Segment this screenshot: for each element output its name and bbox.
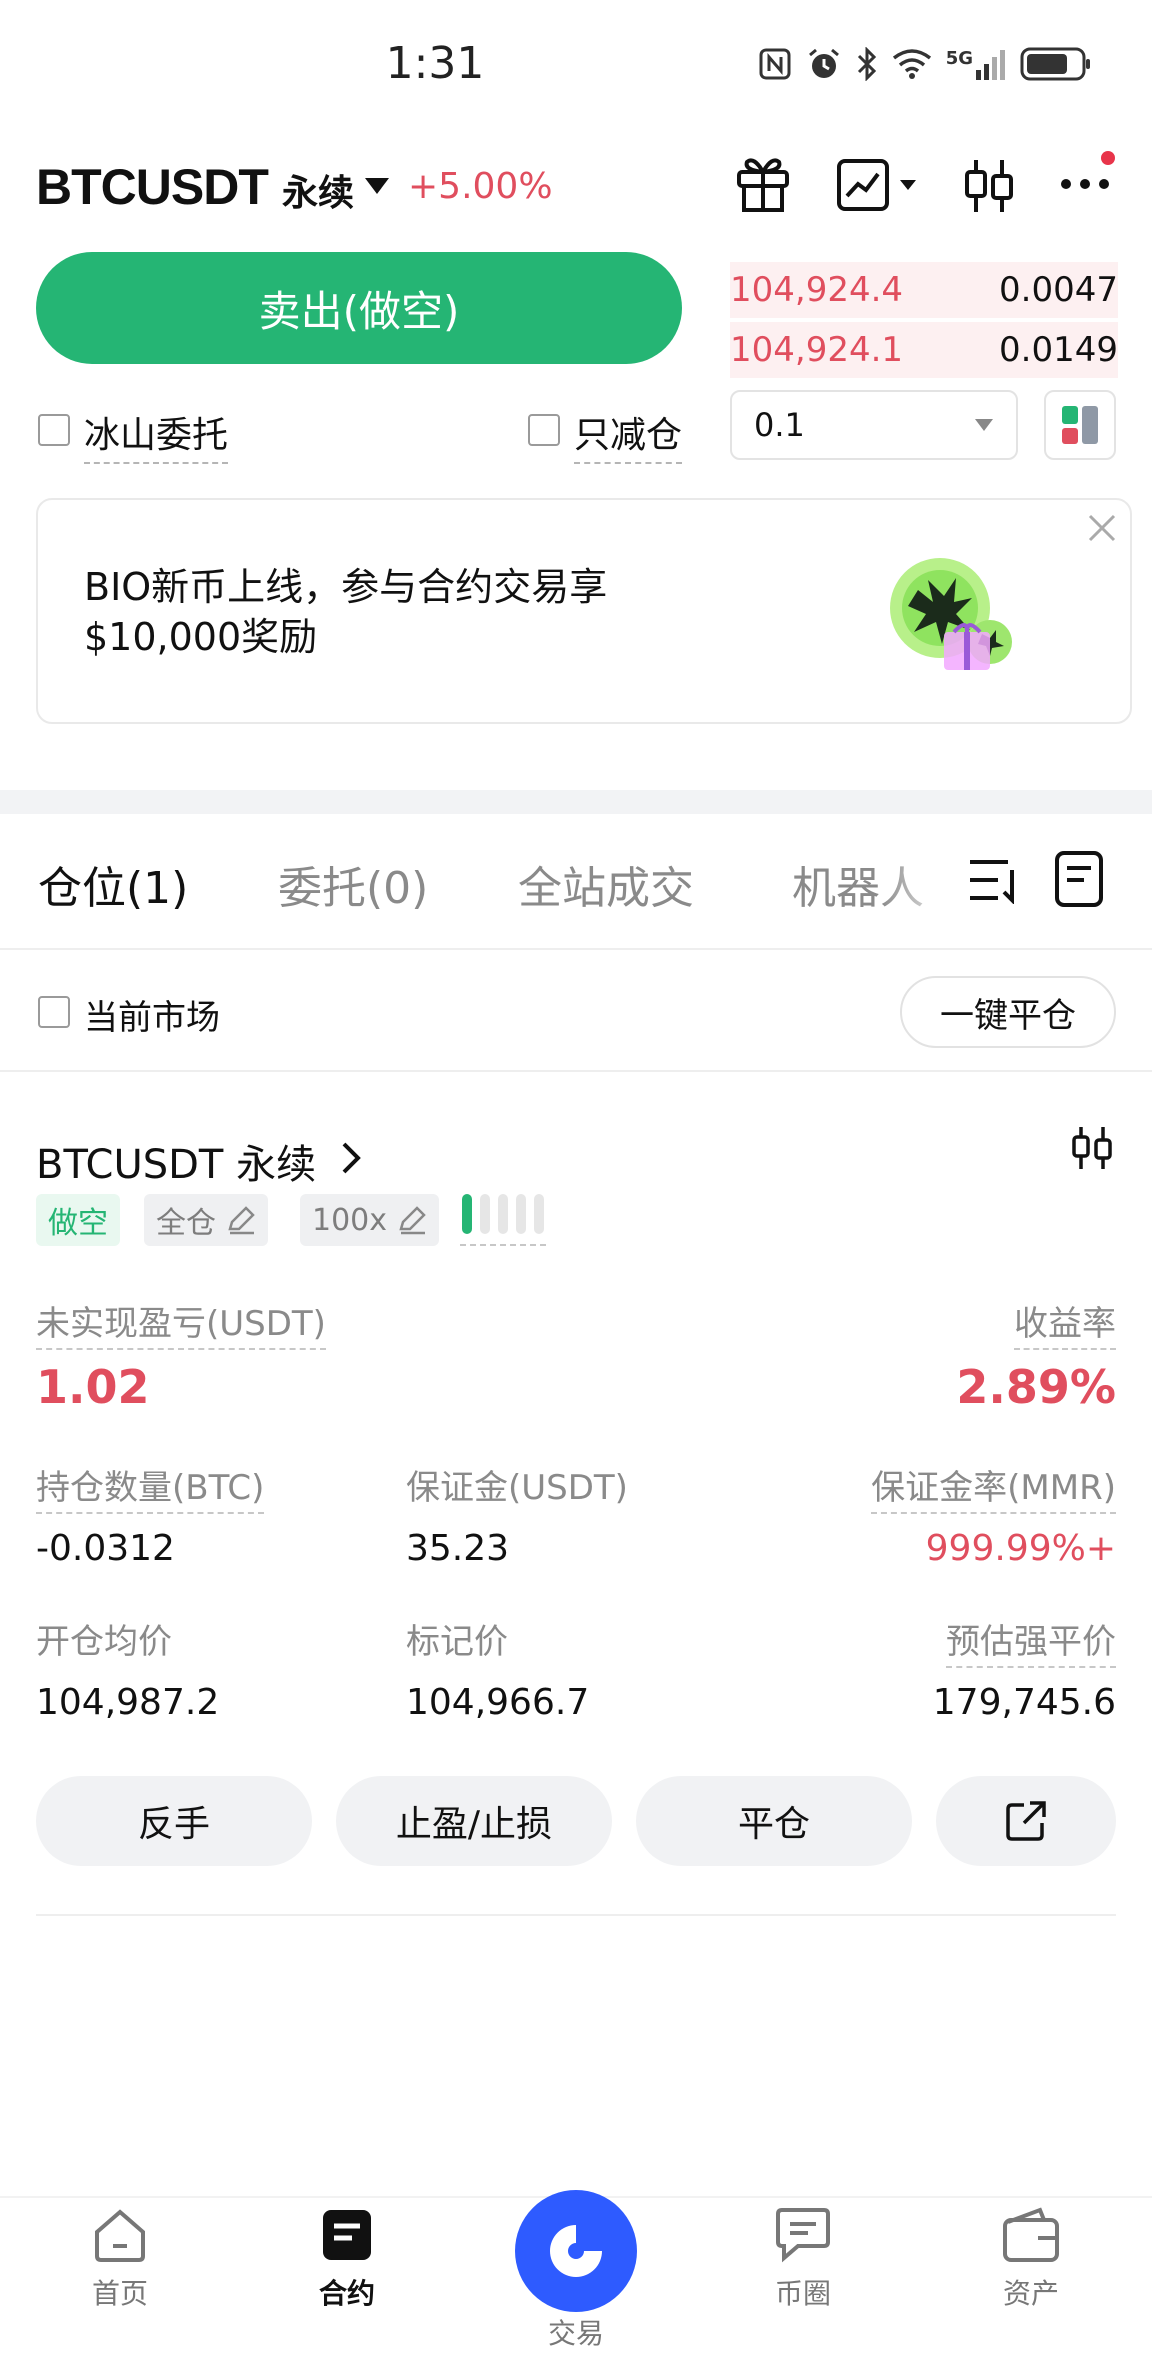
- home-icon: [91, 2206, 149, 2264]
- more-icon[interactable]: [1058, 150, 1118, 200]
- nav-trade-label[interactable]: 交易: [501, 2312, 651, 2352]
- current-market-checkbox[interactable]: [38, 996, 70, 1028]
- banner-line2: $10,000奖励: [84, 615, 318, 659]
- close-position-button[interactable]: 平仓: [636, 1776, 912, 1866]
- chat-icon: [772, 2206, 834, 2264]
- margin-value: 35.23: [406, 1528, 510, 1569]
- banner-line1: BIO新币上线，参与合约交易享: [84, 565, 608, 609]
- alarm-icon: [806, 46, 842, 82]
- order-book-layout-button[interactable]: [1044, 390, 1116, 460]
- iceberg-label[interactable]: 冰山委托: [84, 406, 229, 464]
- bluetooth-icon: [856, 47, 878, 81]
- promo-banner[interactable]: BIO新币上线，参与合约交易享 $10,000奖励: [36, 498, 1132, 724]
- tabs-divider: [0, 948, 1152, 950]
- nav-trade-button[interactable]: [515, 2190, 637, 2312]
- reverse-button[interactable]: 反手: [36, 1776, 312, 1866]
- ask-price: 104,924.4: [730, 270, 904, 310]
- chevron-down-icon: [974, 418, 994, 432]
- nav-home-label: 首页: [91, 2277, 148, 2310]
- close-all-button[interactable]: 一键平仓: [900, 976, 1116, 1048]
- status-icons: 5G: [758, 46, 1092, 82]
- futures-icon: [318, 2206, 376, 2264]
- nav-assets[interactable]: 资产: [956, 2206, 1106, 2312]
- price-change: +5.00%: [408, 166, 553, 207]
- roe-value: 2.89%: [956, 1360, 1116, 1414]
- candlestick-icon[interactable]: [1070, 1124, 1114, 1172]
- order-history-icon[interactable]: [1054, 850, 1104, 908]
- tab-positions[interactable]: 仓位(1): [38, 852, 188, 916]
- network-type: 5G: [945, 48, 973, 69]
- nfc-icon: [758, 47, 792, 81]
- position-symbol[interactable]: BTCUSDT 永续: [36, 1132, 316, 1190]
- wallet-icon: [1000, 2206, 1062, 2264]
- position-size-value: -0.0312: [36, 1528, 175, 1569]
- nav-assets-label: 资产: [1002, 2277, 1059, 2310]
- tab-orders[interactable]: 委托(0): [278, 852, 428, 916]
- status-time: 1:31: [385, 38, 485, 89]
- symbol-dropdown-icon[interactable]: [364, 176, 390, 196]
- position-size-label: 持仓数量(BTC): [36, 1460, 265, 1514]
- tab-fade: [880, 840, 960, 920]
- mark-price-label: 标记价: [406, 1622, 508, 1662]
- unrealized-pnl-value: 1.02: [36, 1360, 150, 1414]
- symbol-title[interactable]: BTCUSDT: [36, 158, 269, 216]
- close-icon[interactable]: [1086, 512, 1118, 544]
- margin-mode-label: 全仓: [156, 1206, 216, 1241]
- chart-mode-icon[interactable]: [836, 158, 920, 212]
- section-divider: [0, 790, 1152, 814]
- ask-qty: 0.0149: [999, 330, 1118, 370]
- mmr-label: 保证金率(MMR): [871, 1460, 1116, 1514]
- adl-indicator[interactable]: [460, 1192, 546, 1246]
- leverage-tag[interactable]: 100x: [300, 1194, 440, 1246]
- share-button[interactable]: [936, 1776, 1116, 1866]
- edit-icon: [226, 1205, 256, 1235]
- entry-price-label: 开仓均价: [36, 1622, 172, 1662]
- filter-divider: [0, 1070, 1152, 1072]
- battery-icon: [1020, 46, 1092, 82]
- candlestick-icon[interactable]: [962, 156, 1016, 216]
- edit-icon: [397, 1205, 427, 1235]
- side-tag: 做空: [36, 1194, 120, 1246]
- nav-community-label: 币圈: [774, 2277, 831, 2310]
- signal-icon: 5G: [946, 48, 1006, 80]
- ask-qty: 0.0047: [999, 270, 1118, 310]
- tab-trades[interactable]: 全站成交: [518, 852, 694, 916]
- mark-price-value: 104,966.7: [406, 1682, 590, 1723]
- nav-community[interactable]: 币圈: [728, 2206, 878, 2312]
- reduce-only-label[interactable]: 只减仓: [574, 406, 683, 464]
- entry-price-value: 104,987.2: [36, 1682, 220, 1723]
- mmr-value: 999.99%+: [925, 1528, 1116, 1569]
- card-divider: [36, 1914, 1116, 1916]
- reduce-only-checkbox[interactable]: [528, 414, 560, 446]
- quantity-select[interactable]: 0.1: [730, 390, 1018, 460]
- leverage-label: 100x: [312, 1202, 388, 1238]
- current-market-label[interactable]: 当前市场: [84, 990, 220, 1039]
- gift-icon[interactable]: [734, 152, 792, 214]
- nav-futures[interactable]: 合约: [272, 2206, 422, 2312]
- sell-short-button[interactable]: 卖出(做空): [36, 252, 682, 364]
- layout-icon: [1060, 404, 1100, 446]
- contract-type[interactable]: 永续: [282, 164, 354, 216]
- ask-price: 104,924.1: [730, 330, 904, 370]
- nav-home[interactable]: 首页: [45, 2206, 195, 2312]
- sort-icon[interactable]: [968, 856, 1022, 904]
- banner-text: BIO新币上线，参与合约交易享 $10,000奖励: [84, 562, 607, 662]
- nav-futures-label: 合约: [318, 2277, 375, 2310]
- tpsl-button[interactable]: 止盈/止损: [336, 1776, 612, 1866]
- trade-logo-icon: [544, 2219, 608, 2283]
- order-book-row[interactable]: 104,924.1 0.0149: [730, 322, 1118, 378]
- iceberg-checkbox[interactable]: [38, 414, 70, 446]
- margin-label: 保证金(USDT): [406, 1468, 628, 1508]
- roe-label: 收益率: [1014, 1296, 1116, 1350]
- quantity-value: 0.1: [754, 406, 805, 444]
- order-book-row[interactable]: 104,924.4 0.0047: [730, 262, 1118, 318]
- liq-price-value: 179,745.6: [932, 1682, 1116, 1723]
- chevron-right-icon[interactable]: [340, 1140, 364, 1176]
- share-icon: [1004, 1799, 1048, 1843]
- gift-illustration-icon: [878, 550, 1058, 680]
- wifi-icon: [892, 48, 932, 80]
- margin-mode-tag[interactable]: 全仓: [144, 1194, 268, 1246]
- unrealized-pnl-label: 未实现盈亏(USDT): [36, 1296, 326, 1350]
- liq-price-label: 预估强平价: [946, 1614, 1116, 1668]
